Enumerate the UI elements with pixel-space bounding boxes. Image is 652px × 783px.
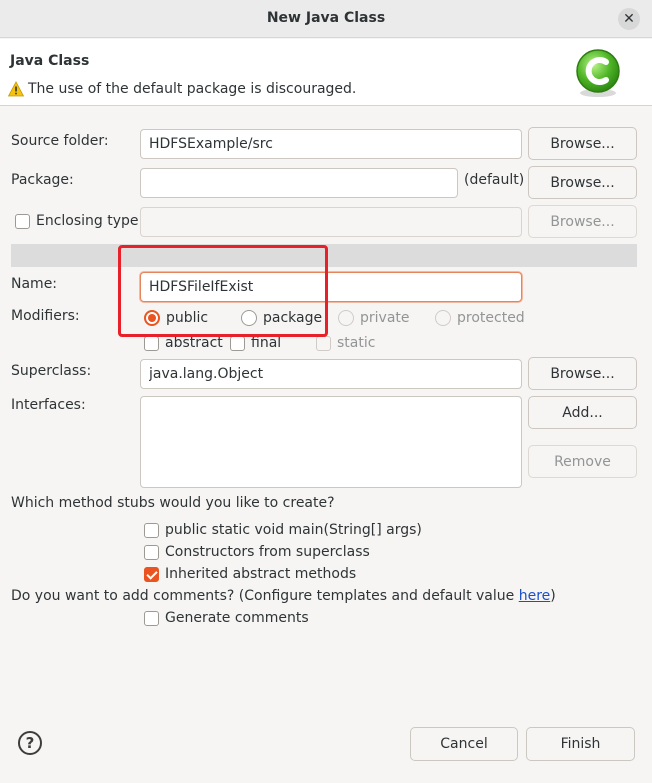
modifier-public-option[interactable]: public — [144, 310, 208, 326]
protected-radio[interactable] — [435, 310, 451, 326]
enclosing-type-label: Enclosing type: — [36, 213, 144, 229]
private-radio[interactable] — [338, 310, 354, 326]
main-stub-checkbox[interactable] — [144, 522, 159, 538]
separator-bar — [11, 244, 637, 267]
wizard-header: Java Class The use of the default packag… — [0, 39, 652, 106]
modifier-protected-option[interactable]: protected — [435, 310, 525, 326]
java-class-logo-icon — [576, 49, 620, 97]
inherited-stub-checkbox[interactable] — [144, 566, 159, 582]
package-radio[interactable] — [241, 310, 257, 326]
name-input[interactable] — [140, 272, 522, 302]
interfaces-list[interactable] — [140, 396, 522, 488]
constructors-stub-label: Constructors from superclass — [165, 544, 370, 560]
comments-question: Do you want to add comments? (Configure … — [11, 588, 556, 604]
comments-question-end: ) — [550, 588, 556, 604]
public-radio[interactable] — [144, 310, 160, 326]
private-label: private — [360, 310, 410, 326]
static-checkbox[interactable] — [316, 335, 331, 351]
window-title: New Java Class — [266, 10, 386, 26]
modifier-abstract-option[interactable]: abstract — [144, 335, 223, 351]
modifiers-label: Modifiers: — [11, 308, 80, 324]
name-label: Name: — [11, 276, 58, 292]
package-label: Package: — [11, 172, 74, 188]
static-label: static — [337, 335, 376, 351]
source-folder-label: Source folder: — [11, 133, 109, 149]
source-folder-browse-button[interactable]: Browse... — [528, 127, 637, 160]
remove-interface-button[interactable]: Remove — [528, 445, 637, 478]
abstract-checkbox[interactable] — [144, 335, 159, 351]
warning-text: The use of the default package is discou… — [28, 81, 357, 97]
package-modifier-label: package — [263, 310, 323, 326]
page-title: Java Class — [10, 53, 90, 69]
close-icon: ✕ — [623, 11, 635, 27]
modifier-private-option[interactable]: private — [338, 310, 410, 326]
constructors-stub-checkbox[interactable] — [144, 544, 159, 560]
modifier-package-option[interactable]: package — [241, 310, 322, 326]
main-stub-label: public static void main(String[] args) — [165, 522, 422, 538]
interfaces-label: Interfaces: — [11, 397, 86, 413]
modifier-final-option[interactable]: final — [230, 335, 281, 351]
configure-templates-link[interactable]: here — [519, 588, 551, 604]
superclass-browse-button[interactable]: Browse... — [528, 357, 637, 390]
stub-constructors-option[interactable]: Constructors from superclass — [144, 544, 370, 560]
enclosing-type-input[interactable] — [140, 207, 522, 237]
generate-comments-checkbox[interactable] — [144, 610, 159, 626]
add-interface-button[interactable]: Add... — [528, 396, 637, 429]
superclass-label: Superclass: — [11, 363, 92, 379]
enclosing-type-option[interactable]: Enclosing type: — [15, 213, 143, 229]
package-browse-button[interactable]: Browse... — [528, 166, 637, 199]
stub-inherited-option[interactable]: Inherited abstract methods — [144, 566, 356, 582]
protected-label: protected — [457, 310, 525, 326]
comments-question-text: Do you want to add comments? (Configure … — [11, 588, 519, 604]
enclosing-type-checkbox[interactable] — [15, 213, 30, 229]
final-checkbox[interactable] — [230, 335, 245, 351]
warning-icon — [8, 81, 24, 97]
package-input[interactable] — [140, 168, 458, 198]
title-bar: New Java Class ✕ — [0, 0, 652, 38]
modifier-static-option[interactable]: static — [316, 335, 375, 351]
stub-main-option[interactable]: public static void main(String[] args) — [144, 522, 422, 538]
public-label: public — [166, 310, 209, 326]
stubs-question: Which method stubs would you like to cre… — [11, 495, 335, 511]
generate-comments-option[interactable]: Generate comments — [144, 610, 309, 626]
source-folder-input[interactable] — [140, 129, 522, 159]
enclosing-type-browse-button[interactable]: Browse... — [528, 205, 637, 238]
warning-message: The use of the default package is discou… — [8, 81, 356, 97]
finish-button[interactable]: Finish — [526, 727, 635, 761]
abstract-label: abstract — [165, 335, 223, 351]
inherited-stub-label: Inherited abstract methods — [165, 566, 357, 582]
superclass-input[interactable] — [140, 359, 522, 389]
package-default-label: (default) — [464, 172, 525, 188]
final-label: final — [251, 335, 282, 351]
close-button[interactable]: ✕ — [618, 8, 640, 30]
cancel-button[interactable]: Cancel — [410, 727, 518, 761]
help-icon[interactable]: ? — [18, 731, 42, 755]
generate-comments-label: Generate comments — [165, 610, 309, 626]
